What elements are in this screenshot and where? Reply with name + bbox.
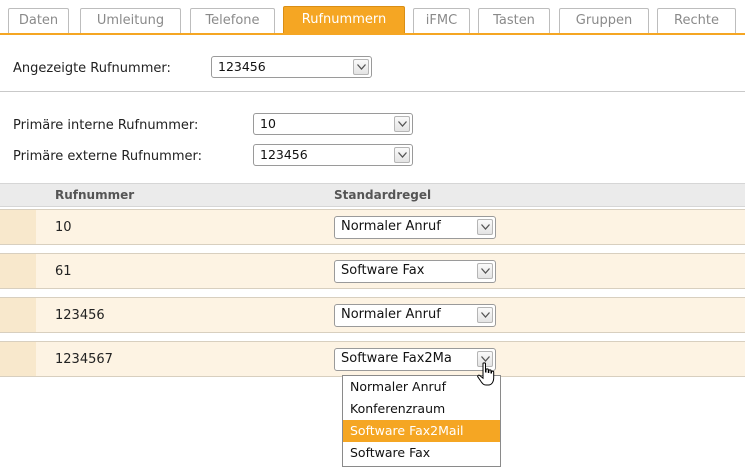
hand-cursor-icon xyxy=(477,362,495,386)
tab-underline xyxy=(0,33,745,35)
tab-telefone[interactable]: Telefone xyxy=(190,8,275,33)
displayed-number-value: 123456 xyxy=(218,59,266,74)
chevron-down-icon xyxy=(394,147,410,163)
column-header-rufnummer: Rufnummer xyxy=(55,188,135,202)
tab-gruppen[interactable]: Gruppen xyxy=(559,8,649,33)
primary-internal-value: 10 xyxy=(260,116,276,131)
tab-bar: Daten Umleitung Telefone Rufnummern iFMC… xyxy=(0,0,745,38)
tab-daten[interactable]: Daten xyxy=(8,8,69,33)
rule-value: Normaler Anruf xyxy=(341,219,441,234)
row-stub xyxy=(0,298,36,332)
tab-tasten[interactable]: Tasten xyxy=(478,8,550,33)
tab-ifmc[interactable]: iFMC xyxy=(413,8,470,33)
table-row: 123456 Normaler Anruf xyxy=(0,297,745,333)
row-number: 1234567 xyxy=(55,352,113,367)
chevron-down-icon xyxy=(353,59,369,75)
table-row: 61 Software Fax xyxy=(0,253,745,289)
tab-umleitung[interactable]: Umleitung xyxy=(80,8,181,33)
dropdown-option-konferenzraum[interactable]: Konferenzraum xyxy=(343,398,500,420)
rule-value: Software Fax xyxy=(341,263,425,278)
section-divider xyxy=(0,91,745,92)
primary-external-value: 123456 xyxy=(260,147,308,162)
chevron-down-icon xyxy=(394,116,410,132)
chevron-down-icon xyxy=(477,219,493,235)
row-number: 123456 xyxy=(55,308,105,323)
column-header-standardregel: Standardregel xyxy=(334,188,432,202)
table-row: 10 Normaler Anruf xyxy=(0,209,745,245)
rule-dropdown-list: Normaler Anruf Konferenzraum Software Fa… xyxy=(342,375,501,467)
rule-select[interactable]: Normaler Anruf xyxy=(334,304,496,327)
primary-external-select[interactable]: 123456 xyxy=(253,144,413,166)
row-number: 61 xyxy=(55,264,72,279)
rule-select[interactable]: Normaler Anruf xyxy=(334,216,496,239)
dropdown-option-software-fax2mail[interactable]: Software Fax2Mail xyxy=(343,420,500,442)
displayed-number-select[interactable]: 123456 xyxy=(211,56,372,78)
row-stub xyxy=(0,254,36,288)
primary-internal-select[interactable]: 10 xyxy=(253,113,413,135)
tab-rechte[interactable]: Rechte xyxy=(657,8,736,33)
primary-internal-label: Primäre interne Rufnummer: xyxy=(13,118,199,133)
rule-select[interactable]: Software Fax xyxy=(334,260,496,283)
rule-value: Software Fax2Ma xyxy=(341,351,452,366)
displayed-number-label: Angezeigte Rufnummer: xyxy=(13,61,171,76)
rule-select-open[interactable]: Software Fax2Ma xyxy=(334,348,496,371)
tab-rufnummern[interactable]: Rufnummern xyxy=(283,6,405,33)
table-header: Rufnummer Standardregel xyxy=(0,183,745,207)
row-number: 10 xyxy=(55,220,72,235)
primary-external-label: Primäre externe Rufnummer: xyxy=(13,149,202,164)
chevron-down-icon xyxy=(477,263,493,279)
chevron-down-icon xyxy=(477,307,493,323)
row-stub xyxy=(0,342,36,376)
table-row: 1234567 Software Fax2Ma xyxy=(0,341,745,377)
rule-value: Normaler Anruf xyxy=(341,307,441,322)
dropdown-option-software-fax[interactable]: Software Fax xyxy=(343,442,500,464)
row-stub xyxy=(0,210,36,244)
